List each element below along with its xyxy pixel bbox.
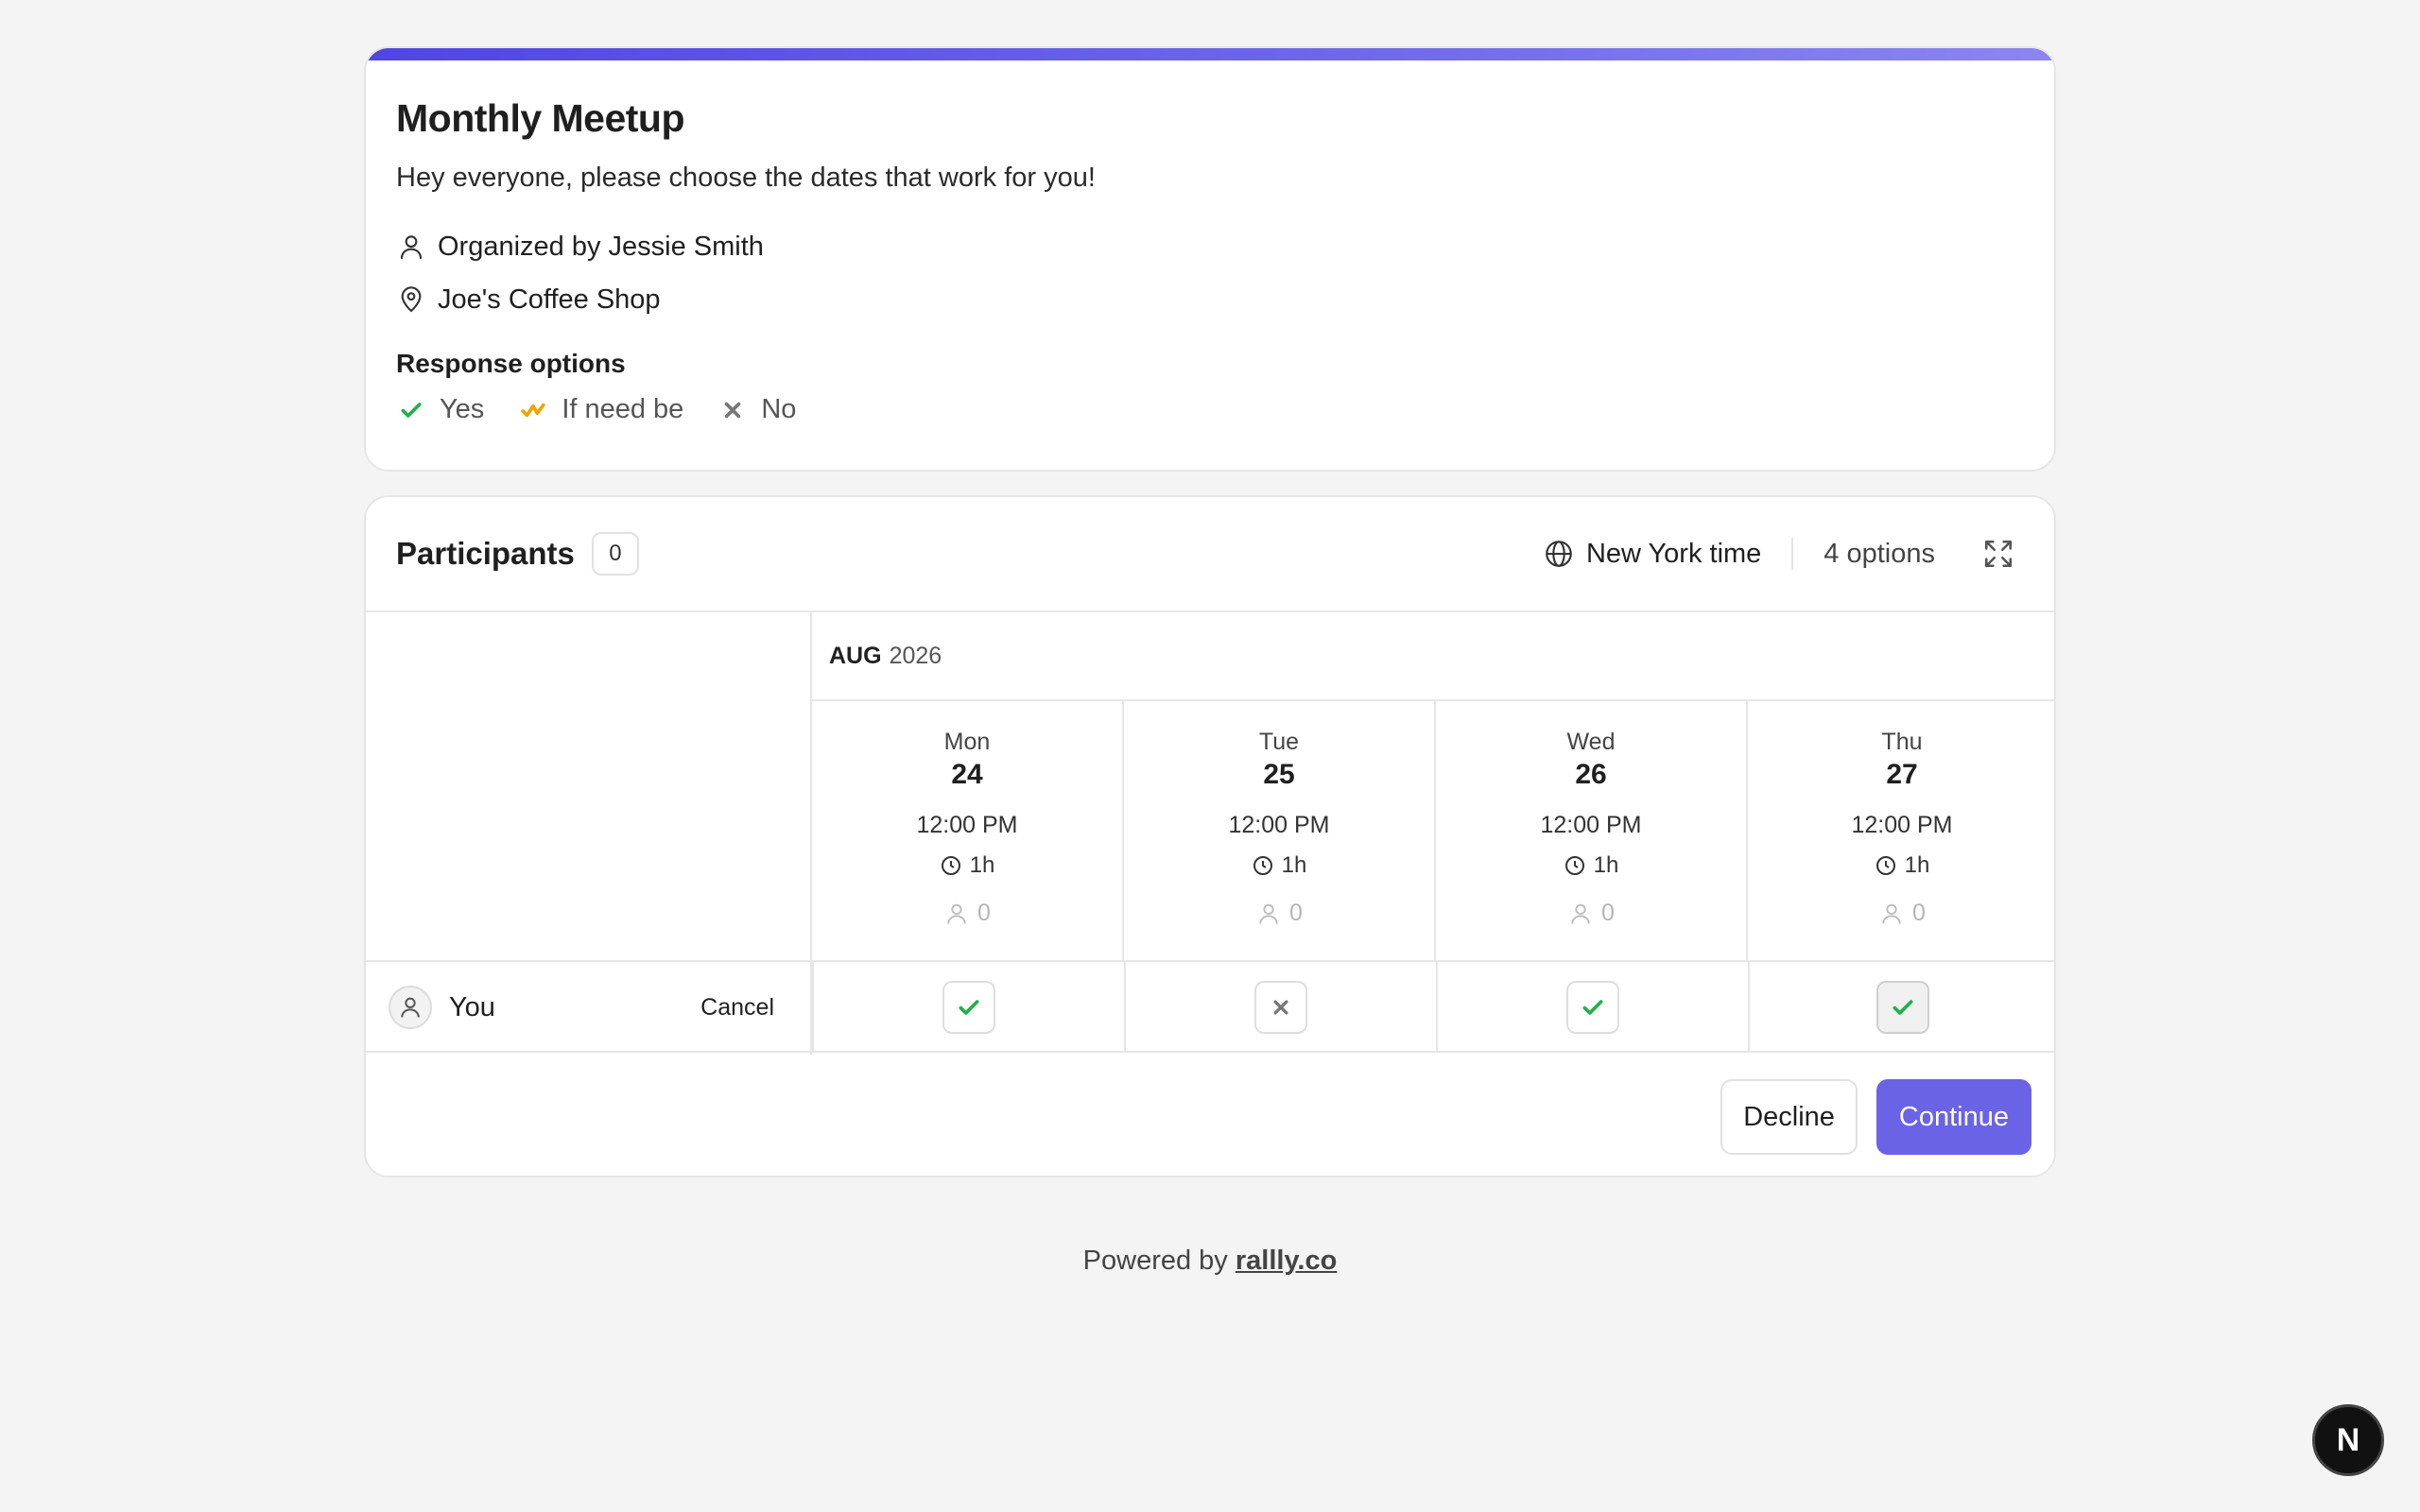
date-option-1: Mon 24 12:00 PM 1h 0 [812, 701, 1124, 960]
date-option-3: Wed 26 12:00 PM 1h 0 [1436, 701, 1748, 960]
participant-count-badge: 0 [591, 532, 639, 576]
clock-icon [1564, 854, 1586, 877]
option-no: No [717, 394, 796, 425]
user-icon [1878, 901, 1905, 927]
vote-toggle-thu-27[interactable] [1876, 981, 1929, 1034]
cancel-button[interactable]: Cancel [700, 994, 774, 1022]
option-if-need-be: If need be [518, 394, 683, 425]
check-icon [396, 395, 426, 425]
organizer-row: Organized by Jessie Smith [396, 228, 2054, 266]
vote-toggle-tue-25[interactable] [1254, 981, 1307, 1034]
poll-actions: Decline Continue [1720, 1079, 2031, 1155]
response-options: Yes If need be No [396, 394, 2054, 425]
decline-button[interactable]: Decline [1720, 1079, 1858, 1155]
globe-icon [1543, 538, 1575, 570]
month-header: AUG 2026 [812, 612, 2054, 701]
location-row: Joe's Coffee Shop [396, 281, 2054, 318]
organizer-text: Organized by Jessie Smith [438, 231, 764, 262]
poll-header: Participants 0 New York time 4 options [366, 497, 2054, 612]
dev-tools-badge[interactable]: N [2312, 1404, 2384, 1476]
poll-card: Participants 0 New York time 4 options A… [364, 495, 2056, 1177]
rallly-link[interactable]: rallly.co [1236, 1246, 1337, 1276]
date-option-2: Tue 25 12:00 PM 1h 0 [1124, 701, 1436, 960]
x-icon [1273, 1000, 1288, 1015]
clock-icon [1252, 854, 1274, 877]
check-icon [959, 1000, 979, 1015]
clock-icon [1875, 854, 1897, 877]
you-label: You [449, 991, 495, 1022]
participants-title: Participants [396, 536, 575, 571]
month-label: AUG [829, 642, 882, 669]
response-options-label: Response options [396, 349, 626, 378]
event-card: Monthly Meetup Hey everyone, please choo… [364, 46, 2056, 472]
clock-icon [940, 854, 962, 877]
timezone-button[interactable]: New York time [1543, 538, 1761, 570]
user-icon [1567, 901, 1594, 927]
event-title: Monthly Meetup [396, 96, 685, 140]
poll-grid: AUG 2026 Mon 24 12:00 PM 1h 0 Tue 25 12:… [366, 612, 2054, 1055]
x-icon [717, 395, 748, 425]
continue-button[interactable]: Continue [1876, 1079, 2031, 1155]
expand-icon[interactable] [1982, 538, 2014, 570]
user-icon [1255, 901, 1282, 927]
header-divider [1791, 538, 1794, 570]
vote-toggle-mon-24[interactable] [942, 981, 995, 1034]
date-option-4: Thu 27 12:00 PM 1h 0 [1851, 729, 1953, 927]
user-icon [943, 901, 970, 927]
option-yes: Yes [396, 394, 484, 425]
avatar [389, 986, 432, 1029]
user-icon [396, 232, 426, 262]
powered-by: Powered by rallly.co [1082, 1246, 1338, 1276]
map-pin-icon [396, 284, 426, 315]
check-icon [1893, 1000, 1913, 1015]
event-description: Hey everyone, please choose the dates th… [396, 163, 1096, 193]
you-row: You Cancel [366, 960, 2054, 1053]
year-label: 2026 [889, 642, 942, 669]
accent-bar [366, 48, 2054, 60]
check-wavy-icon [518, 395, 548, 425]
location-text: Joe's Coffee Shop [438, 284, 661, 315]
vote-toggle-wed-26[interactable] [1566, 981, 1619, 1034]
options-count: 4 options [1824, 538, 1935, 569]
timezone-label: New York time [1585, 538, 1762, 569]
check-icon [1582, 1000, 1603, 1015]
